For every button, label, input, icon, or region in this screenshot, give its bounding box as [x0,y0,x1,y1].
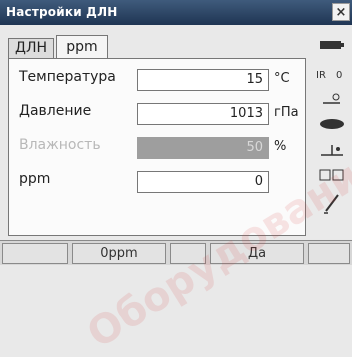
tab-dln[interactable]: ДЛН [8,38,54,59]
ok-button[interactable]: Да [210,243,304,264]
ppm-field[interactable]: 0 [137,171,269,193]
window-title: Настройки ДЛН [6,5,118,19]
humidity-label: Влажность [19,137,101,153]
battery-icon[interactable] [319,39,345,51]
title-bar: Настройки ДЛН × [0,0,352,25]
temperature-unit: °C [274,71,290,86]
pressure-unit: гПа [274,105,299,120]
svg-text:IR: IR [316,70,326,81]
temperature-label: Температура [19,69,116,85]
close-button[interactable]: × [332,3,350,21]
humidity-unit: % [274,139,287,154]
edm-mode-icon[interactable]: IR 0 [316,67,348,81]
softkey-3[interactable] [170,243,206,264]
temperature-field[interactable]: 15 [137,69,269,91]
humidity-field: 50 [137,137,269,159]
keyboard-icon[interactable] [318,167,346,183]
status-sidebar: IR 0 [310,27,352,239]
ppm-label: ppm [19,171,51,187]
laser-icon[interactable] [318,117,346,131]
softkey-bar: 0ppm Да [0,240,352,265]
pressure-label: Давление [19,103,92,119]
softkey-1[interactable] [2,243,68,264]
level-icon[interactable] [319,141,345,159]
tab-ppm[interactable]: ppm [56,35,108,59]
svg-text:0: 0 [336,70,342,81]
settings-panel: Температура 15 °C Давление 1013 гПа Влаж… [8,58,306,236]
pen-icon[interactable] [320,191,344,217]
softkey-5[interactable] [308,243,350,264]
pressure-field[interactable]: 1013 [137,103,269,125]
reflector-icon[interactable] [320,91,344,107]
zero-ppm-button[interactable]: 0ppm [72,243,166,264]
